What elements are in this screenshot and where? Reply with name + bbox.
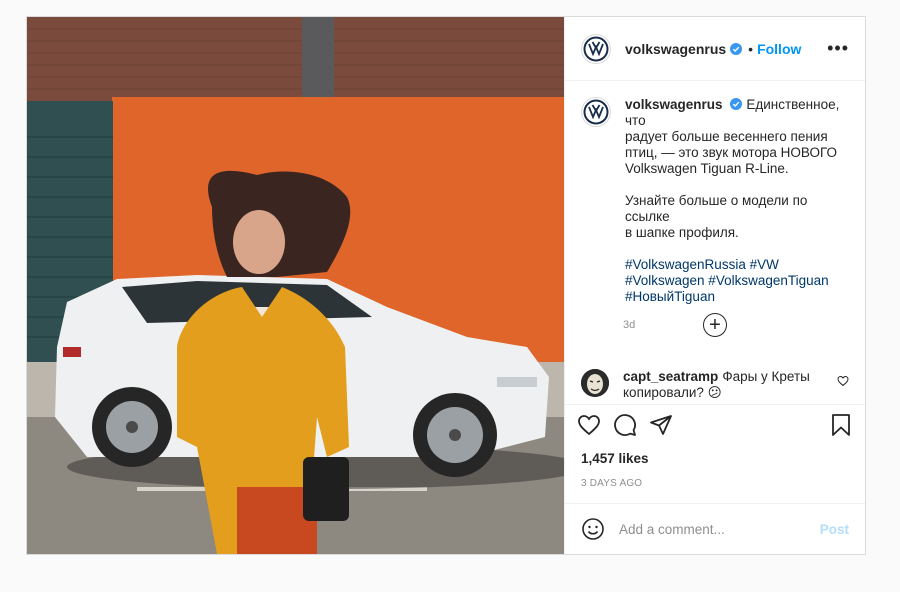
caption-username[interactable]: volkswagenrus [625,97,723,112]
caption-text: volkswagenrus Единственное, что радует б… [625,97,849,305]
mask-avatar-image [581,369,609,397]
post-photo[interactable] [27,17,564,554]
caption-line: в шапке профиля. [625,225,739,240]
comment-like-heart-icon[interactable] [837,375,849,387]
hashtag-line[interactable]: #НовыйTiguan [625,289,849,305]
comment-button[interactable] [613,413,637,437]
post-side-panel: volkswagenrus • Follow ••• volkswagenrus… [564,17,865,554]
load-more-comments-button[interactable]: + [703,313,727,337]
post-comment-button[interactable]: Post [820,522,849,537]
add-comment-bar: Post [565,503,865,554]
verified-badge-icon [730,42,743,55]
hashtag-line[interactable]: #VolkswagenRussia #VW [625,257,849,273]
like-button[interactable] [577,413,601,437]
photo-illustration [27,17,564,554]
post-header: volkswagenrus • Follow ••• [565,17,865,81]
comment-line: копировали? 😕 [623,385,722,400]
comment-item: capt_seatramp Фары у Креты копировали? 😕 [581,369,849,401]
post-date: 3 DAYS AGO [581,478,643,489]
vw-logo-icon [583,99,609,125]
author-avatar[interactable] [581,33,611,64]
likes-count[interactable]: 1,457 likes [565,451,865,466]
share-button[interactable] [649,413,673,437]
action-bar [565,404,865,445]
caption-line: радует больше весеннего пения [625,129,828,144]
save-button[interactable] [829,413,853,437]
hashtag-line[interactable]: #Volkswagen #VolkswagenTiguan [625,273,849,289]
heart-icon [578,415,600,436]
caption: volkswagenrus Единственное, что радует б… [581,97,849,305]
caption-author-avatar[interactable] [581,97,611,127]
vw-logo-icon [583,36,609,61]
verified-badge-icon [730,98,743,110]
author-username[interactable]: volkswagenrus [625,41,726,57]
comment-text: capt_seatramp Фары у Креты копировали? 😕 [623,369,829,401]
emoji-button[interactable] [581,517,605,541]
paper-plane-icon [650,415,672,435]
bookmark-icon [832,414,850,436]
commenter-username[interactable]: capt_seatramp [623,369,718,384]
comments-area: volkswagenrus Единственное, что радует б… [565,81,865,404]
follow-button[interactable]: Follow [757,41,801,57]
more-options-button[interactable]: ••• [827,38,849,59]
caption-line: Volkswagen Tiguan R-Line. [625,161,789,176]
separator-dot: • [748,40,754,57]
commenter-avatar[interactable] [581,369,609,397]
comment-line: Фары у Креты [722,369,810,384]
caption-age: 3d [623,319,636,331]
caption-line: Узнайте больше о модели по ссылке [625,193,808,224]
smiley-icon [582,518,604,540]
caption-line: птиц, — это звук мотора НОВОГО [625,145,838,160]
add-comment-input[interactable] [617,520,820,538]
instagram-post: volkswagenrus • Follow ••• volkswagenrus… [26,16,866,555]
comment-icon [614,414,636,436]
